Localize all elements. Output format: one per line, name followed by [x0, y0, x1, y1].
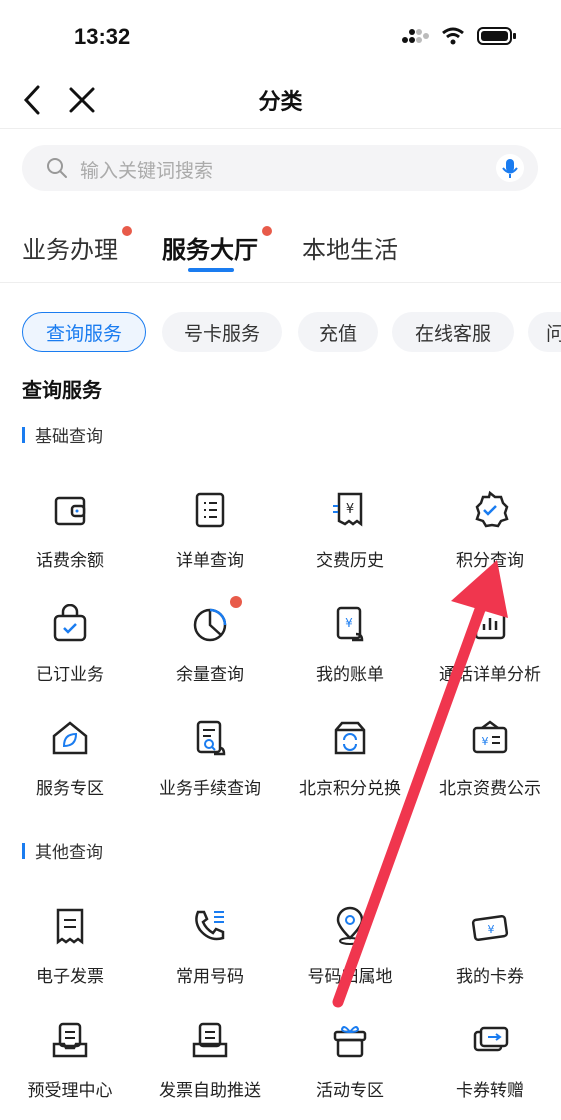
battery-icon	[477, 27, 516, 45]
active-tab-indicator	[188, 268, 234, 272]
status-icons	[401, 26, 517, 46]
service-label: 我的卡券	[456, 967, 524, 987]
location-pin-icon	[336, 906, 364, 945]
service-label: 交费历史	[316, 551, 384, 571]
service-points-query[interactable]: 积分查询	[420, 490, 560, 590]
bar-chart-icon	[474, 608, 506, 640]
service-my-bill[interactable]: ¥ 我的账单	[280, 604, 420, 704]
chip-query-service[interactable]: 查询服务	[22, 312, 146, 352]
service-e-invoice[interactable]: 电子发票	[0, 906, 140, 1006]
page-title: 分类	[258, 90, 303, 115]
service-payment-history[interactable]: ¥ 交费历史	[280, 490, 420, 590]
tab-service-hall[interactable]: 服务大厅	[162, 230, 258, 265]
service-detail-query[interactable]: 详单查询	[140, 490, 280, 590]
service-label: 通话详单分析	[439, 665, 541, 685]
service-label: 已订业务	[36, 665, 104, 685]
document-search-icon	[196, 720, 226, 756]
service-label: 业务手续查询	[159, 779, 261, 799]
service-label: 北京资费公示	[439, 779, 541, 799]
service-coupon-transfer[interactable]: 卡券转赠	[420, 1020, 560, 1120]
category-tabs: 业务办理 服务大厅 本地生活	[0, 222, 561, 283]
badge-check-icon	[475, 490, 509, 528]
service-subscribed[interactable]: 已订业务	[0, 604, 140, 704]
wifi-icon	[442, 27, 464, 45]
service-procedure-query[interactable]: 业务手续查询	[140, 718, 280, 818]
invoice-send-icon	[192, 1022, 228, 1058]
invoice-icon	[56, 908, 84, 945]
wallet-icon	[54, 496, 86, 526]
service-common-numbers[interactable]: 常用号码	[140, 906, 280, 1006]
nav-bar: 分类	[0, 74, 561, 129]
group-other-query-label: 其他查询	[35, 843, 103, 863]
remaining-query-dot	[230, 596, 242, 608]
box-exchange-icon	[334, 721, 366, 755]
chip-online-support[interactable]: 在线客服	[392, 312, 514, 352]
price-card-icon: ¥	[472, 720, 508, 754]
status-bar: 13:32	[0, 0, 561, 74]
microphone-icon[interactable]	[496, 154, 524, 182]
svg-text:¥: ¥	[488, 923, 495, 936]
card-transfer-icon	[473, 1026, 509, 1052]
tab-service-hall-dot	[262, 226, 272, 236]
service-label: 北京积分兑换	[299, 779, 401, 799]
service-special-zone[interactable]: 服务专区	[0, 718, 140, 818]
tab-business[interactable]: 业务办理	[22, 230, 118, 265]
service-label: 我的账单	[316, 665, 384, 685]
service-label: 号码归属地	[307, 967, 393, 987]
bill-icon: ¥	[336, 606, 364, 642]
group-other-query-title: 其他查询	[22, 838, 103, 863]
service-call-analysis[interactable]: 通话详单分析	[420, 604, 560, 704]
group-basic-query-title: 基础查询	[22, 422, 103, 447]
pie-chart-icon	[193, 608, 227, 642]
service-label: 余量查询	[176, 665, 244, 685]
group-title-bar	[22, 842, 25, 859]
search-input[interactable]: 输入关键词搜索	[22, 145, 538, 191]
section-title: 查询服务	[22, 378, 102, 402]
tab-business-dot	[122, 226, 132, 236]
service-label: 常用号码	[176, 967, 244, 987]
service-pre-acceptance[interactable]: 预受理中心	[0, 1020, 140, 1120]
group-basic-query-label: 基础查询	[35, 427, 103, 447]
service-label: 话费余额	[36, 551, 104, 571]
signal-icon	[402, 29, 429, 43]
service-number-location[interactable]: 号码归属地	[280, 906, 420, 1006]
status-time: 13:32	[74, 24, 131, 49]
service-label: 积分查询	[456, 551, 524, 571]
service-label: 电子发票	[36, 967, 104, 987]
service-phone-balance[interactable]: 话费余额	[0, 490, 140, 590]
service-label: 服务专区	[36, 779, 104, 799]
coupon-icon: ¥	[471, 915, 509, 941]
service-activity-zone[interactable]: 活动专区	[280, 1020, 420, 1120]
document-tray-icon	[52, 1022, 88, 1058]
service-label: 详单查询	[176, 551, 244, 571]
chip-partial[interactable]: 问	[528, 312, 561, 352]
shopping-bag-check-icon	[53, 604, 87, 642]
chip-number-card[interactable]: 号卡服务	[162, 312, 282, 352]
service-beijing-points-exchange[interactable]: 北京积分兑换	[280, 718, 420, 818]
service-my-coupons[interactable]: ¥ 我的卡券	[420, 906, 560, 1006]
service-beijing-tariff[interactable]: ¥ 北京资费公示	[420, 718, 560, 818]
list-document-icon	[195, 492, 225, 528]
service-invoice-push[interactable]: 发票自助推送	[140, 1020, 280, 1120]
svg-text:¥: ¥	[346, 502, 354, 517]
chip-recharge[interactable]: 充值	[298, 312, 378, 352]
phone-list-icon	[195, 910, 225, 941]
service-remaining-query[interactable]: 余量查询	[140, 596, 280, 704]
subcategory-chips: 查询服务 号卡服务 充值 在线客服 问	[0, 312, 561, 354]
payment-receipt-icon: ¥	[333, 492, 363, 527]
svg-text:¥: ¥	[345, 616, 353, 630]
tab-local-life[interactable]: 本地生活	[302, 230, 398, 265]
home-leaf-icon	[52, 721, 88, 755]
gift-icon	[333, 1026, 367, 1058]
group-title-bar	[22, 426, 25, 443]
svg-text:¥: ¥	[482, 735, 489, 748]
search-icon	[47, 158, 67, 178]
search-placeholder: 输入关键词搜索	[80, 160, 214, 182]
